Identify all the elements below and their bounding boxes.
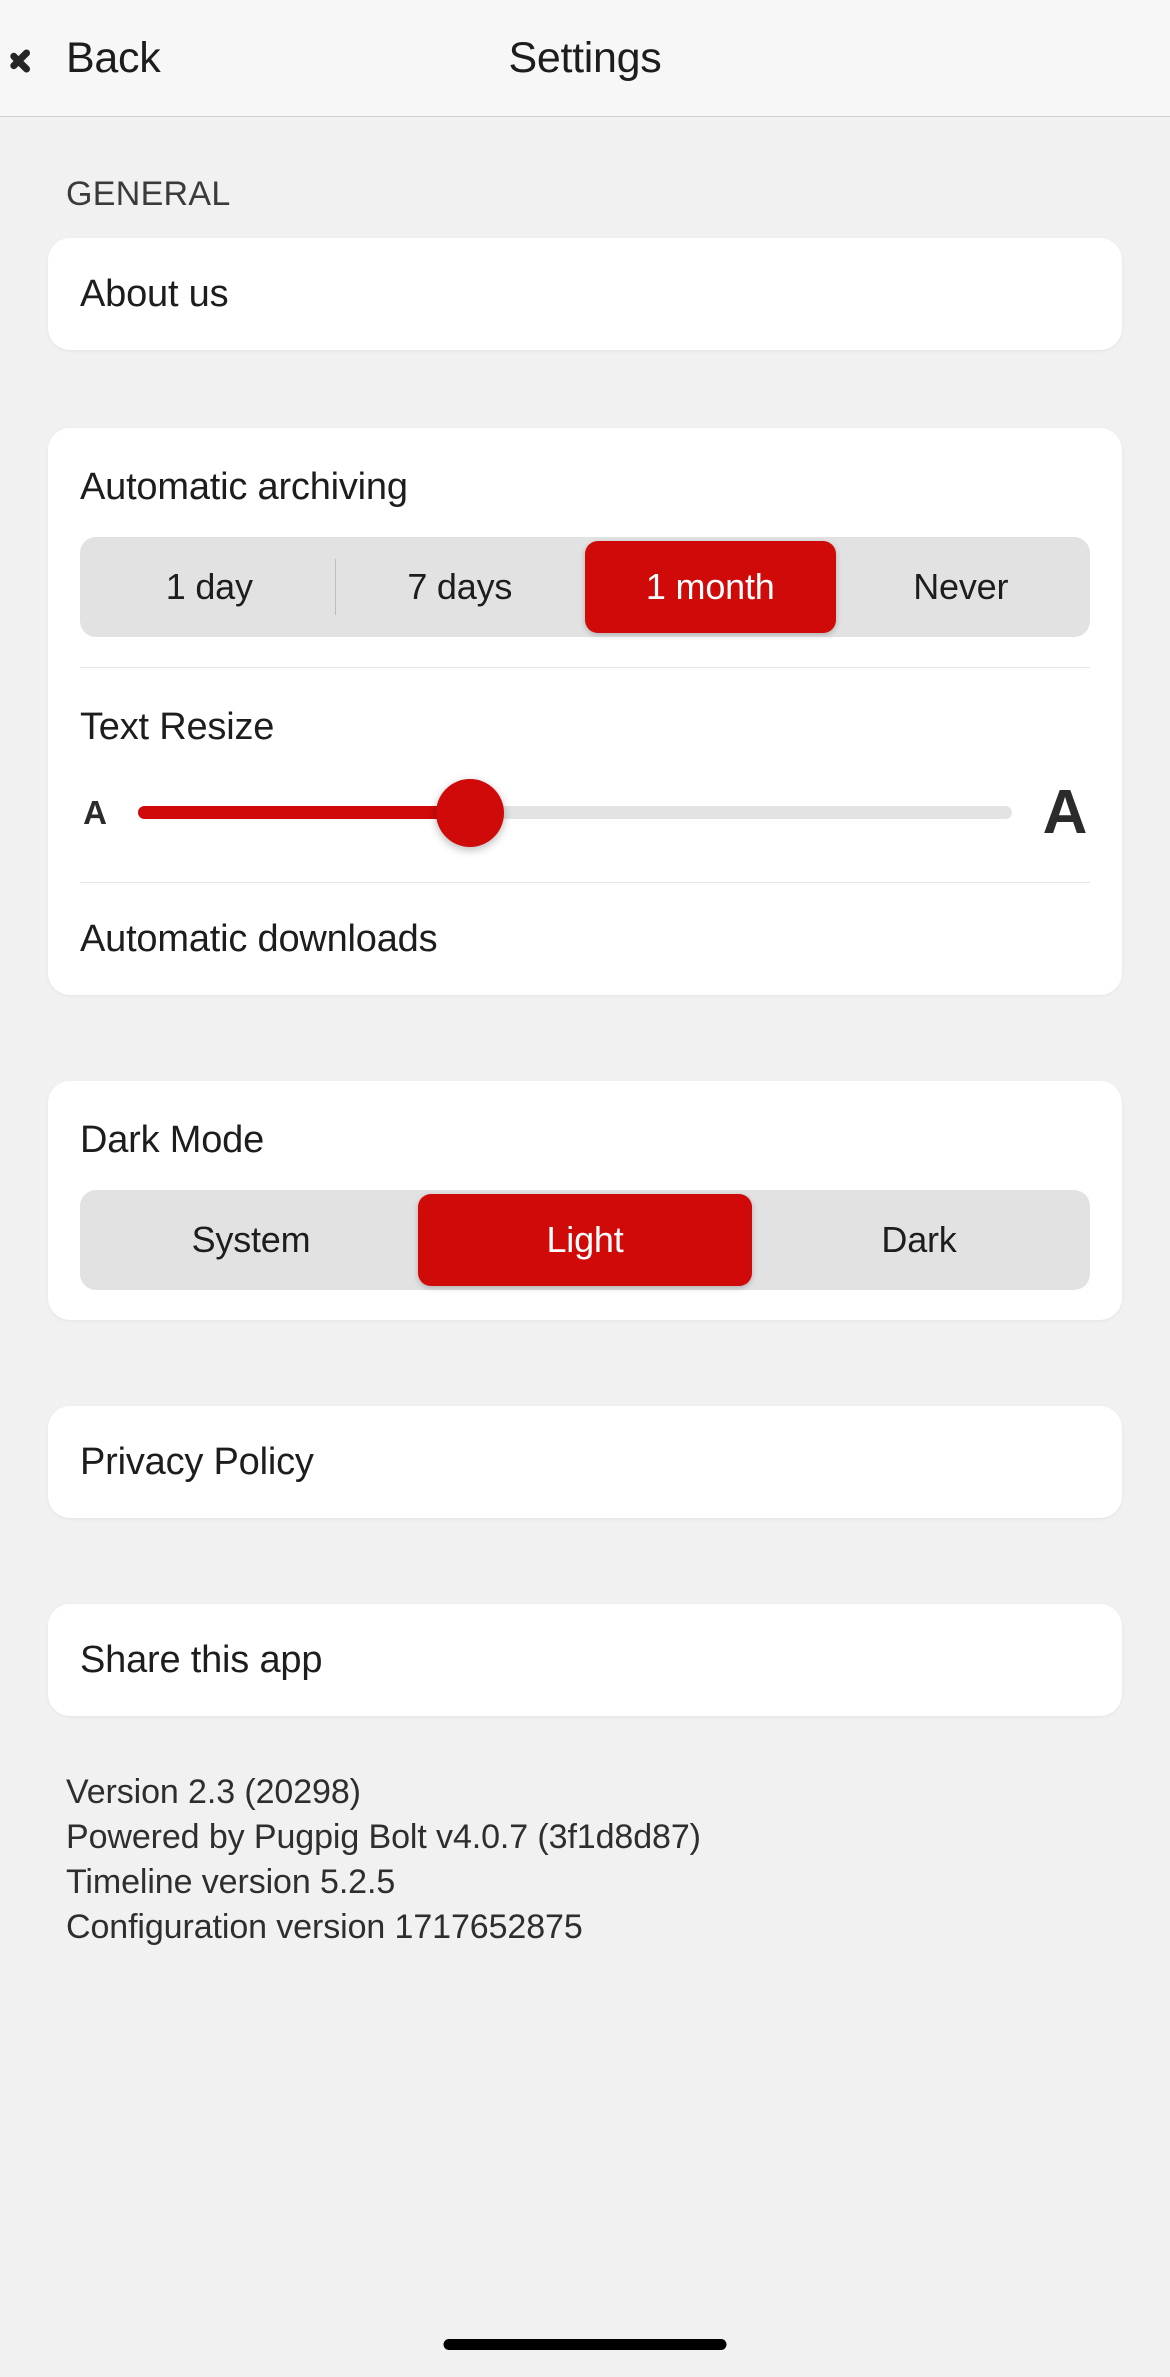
slider-thumb[interactable] <box>436 778 505 847</box>
dark-mode-segment-label: Light <box>546 1219 624 1260</box>
dark-mode-segment-light[interactable]: Light <box>418 1194 752 1286</box>
settings-content: GENERAL About us Automatic archiving 1 d… <box>0 117 1170 1950</box>
dark-mode-segmented-wrap: System Light Dark <box>48 1172 1122 1320</box>
configuration-version-text: Configuration version 1717652875 <box>66 1907 583 1946</box>
about-us-card: About us <box>48 238 1122 350</box>
archiving-segment-label: 7 days <box>407 566 513 607</box>
archiving-card: Automatic archiving 1 day 7 days 1 month… <box>48 428 1122 995</box>
archiving-segmented-control[interactable]: 1 day 7 days 1 month Never <box>80 537 1090 637</box>
text-resize-label: Text Resize <box>80 706 275 748</box>
settings-row-automatic-downloads[interactable]: Automatic downloads <box>48 883 1122 995</box>
text-size-max-label: A <box>1042 778 1088 847</box>
archiving-segment-label: 1 month <box>645 566 775 607</box>
about-us-label: About us <box>80 272 229 315</box>
archiving-segment-1-month[interactable]: 1 month <box>585 541 836 633</box>
back-button-label: Back <box>66 33 161 82</box>
powered-by-text: Powered by Pugpig Bolt v4.0.7 (3f1d8d87) <box>66 1817 701 1856</box>
archiving-segmented-wrap: 1 day 7 days 1 month Never <box>48 519 1122 667</box>
text-resize-slider[interactable] <box>138 778 1012 847</box>
app-version-text: Version 2.3 (20298) <box>66 1773 361 1811</box>
privacy-policy-label: Privacy Policy <box>80 1440 314 1483</box>
chevron-left-icon <box>22 35 52 81</box>
page-title: Settings <box>508 33 662 82</box>
home-indicator <box>443 2339 727 2350</box>
dark-mode-segment-system[interactable]: System <box>84 1194 418 1286</box>
segment-divider <box>334 559 336 615</box>
settings-row-privacy-policy[interactable]: Privacy Policy <box>48 1406 1122 1518</box>
archiving-segment-label: Never <box>913 566 1009 607</box>
settings-row-share-app[interactable]: Share this app <box>48 1604 1122 1716</box>
dark-mode-segmented-control[interactable]: System Light Dark <box>80 1190 1090 1290</box>
dark-mode-segment-label: System <box>191 1219 311 1260</box>
settings-row-about-us[interactable]: About us <box>48 238 1122 350</box>
archiving-segment-1-day[interactable]: 1 day <box>84 541 335 633</box>
dark-mode-card: Dark Mode System Light Dark <box>48 1081 1122 1320</box>
slider-fill <box>138 806 471 819</box>
settings-screen: Back Settings GENERAL About us Automatic… <box>0 0 1170 2377</box>
dark-mode-segment-dark[interactable]: Dark <box>752 1194 1086 1286</box>
automatic-downloads-label: Automatic downloads <box>80 917 438 960</box>
archiving-segment-label: 1 day <box>165 566 253 607</box>
share-app-label: Share this app <box>80 1638 323 1681</box>
share-app-card: Share this app <box>48 1604 1122 1716</box>
version-info: Version 2.3 (20298) Powered by Pugpig Bo… <box>48 1716 1122 1950</box>
privacy-policy-card: Privacy Policy <box>48 1406 1122 1518</box>
timeline-version-text: Timeline version 5.2.5 <box>66 1862 396 1901</box>
automatic-archiving-label: Automatic archiving <box>80 466 408 508</box>
back-button[interactable]: Back <box>0 33 161 83</box>
text-size-min-label: A <box>83 793 107 831</box>
text-resize-row: A A <box>48 759 1122 882</box>
dark-mode-label: Dark Mode <box>80 1119 265 1161</box>
dark-mode-segment-label: Dark <box>881 1219 957 1260</box>
section-header-general: GENERAL <box>66 175 231 213</box>
navigation-bar: Back Settings <box>0 0 1170 117</box>
archiving-segment-never[interactable]: Never <box>836 541 1087 633</box>
archiving-segment-7-days[interactable]: 7 days <box>334 541 586 633</box>
